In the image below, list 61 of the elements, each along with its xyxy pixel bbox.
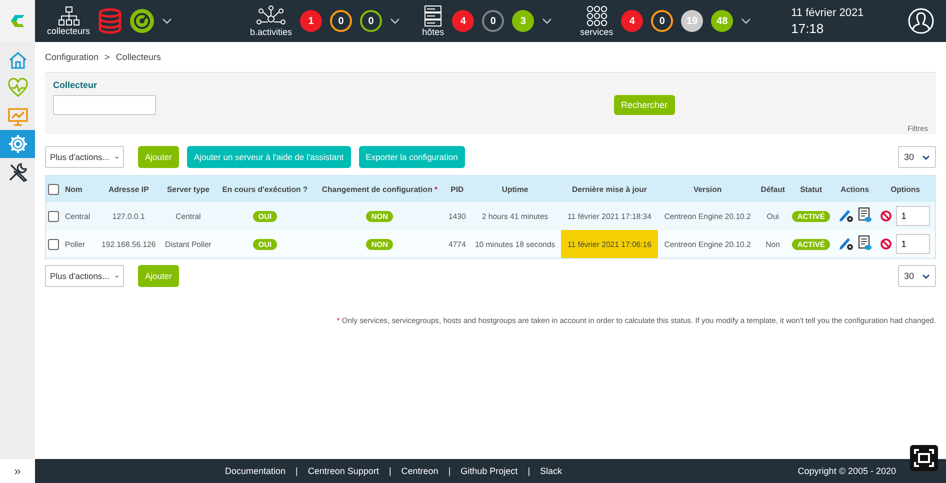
footer-separator: | [448,466,451,476]
caret-icon [922,154,930,160]
chevron-icon[interactable] [390,18,400,24]
actions-select[interactable]: Plus d'actions... [45,265,124,287]
page-size-select[interactable]: 30 [898,146,936,168]
server-icon[interactable] [423,5,444,27]
hierarchy-icon[interactable] [58,6,80,26]
prohibited-icon[interactable] [880,238,892,250]
status-counter[interactable]: 4 [621,10,644,32]
page-size-select[interactable]: 30 [898,265,936,287]
footer-separator: | [296,466,298,476]
breadcrumb-link[interactable]: Configuration [45,52,99,62]
status-counter[interactable]: 0 [330,10,352,32]
fullscreen-button[interactable] [910,445,938,471]
group-label[interactable]: b.activities [250,27,292,37]
chevron-icon[interactable] [162,18,172,24]
status-counter[interactable]: 0 [360,10,382,32]
checkbox[interactable] [48,184,59,194]
chevron-icon[interactable] [542,18,552,24]
status-counter[interactable]: 0 [482,10,504,32]
chevron-icon[interactable] [741,18,752,24]
group-label[interactable]: hôtes [422,27,444,37]
fullscreen-icon [914,449,934,467]
footer-link[interactable]: Centreon [401,466,438,476]
actions-select[interactable]: Plus d'actions... [45,146,124,168]
status-counter[interactable]: 4 [452,10,474,32]
time-text: 17:18 [791,21,825,36]
footer-link[interactable]: Github Project [460,466,518,476]
date-text: 11 février 2021 [791,6,864,21]
footer-link[interactable]: Centreon Support [308,466,379,476]
group-label[interactable]: services [580,27,614,37]
gauge-icon[interactable] [130,9,154,33]
option-field[interactable]: 1 [896,234,930,254]
footer-link[interactable]: Slack [540,466,562,476]
pollers-label[interactable]: collecteurs [47,26,90,36]
database-icon[interactable] [98,8,122,34]
user-icon[interactable] [908,8,934,34]
tools-icon[interactable] [6,161,28,183]
caret-icon [922,274,930,278]
field-label: Collecteur [53,80,98,90]
option-field[interactable]: 1 [896,206,930,226]
status-counter[interactable]: 0 [651,10,674,32]
pencil-gear-icon[interactable] [838,235,854,251]
document-eye-icon[interactable] [858,235,872,251]
footer-separator: | [528,466,530,476]
footer-link[interactable]: Documentation [225,466,286,476]
breadcrumb-link[interactable]: Collecteurs [116,52,161,62]
checkbox[interactable] [48,210,59,222]
gear-icon[interactable] [6,133,28,155]
network-icon[interactable] [256,5,286,27]
home-icon[interactable] [6,49,28,71]
breadcrumb-separator: > [104,52,110,62]
prohibited-icon[interactable] [880,210,892,222]
footer-separator: | [388,466,392,476]
pencil-gear-icon[interactable] [838,207,854,223]
collector-field[interactable] [53,95,156,115]
status-counter[interactable]: 1 [300,10,322,32]
grid-icon[interactable] [586,5,608,27]
checkbox[interactable] [48,238,59,250]
copyright-text: Copyright © 2005 - 2020 [798,466,896,476]
document-eye-icon[interactable] [858,207,872,223]
